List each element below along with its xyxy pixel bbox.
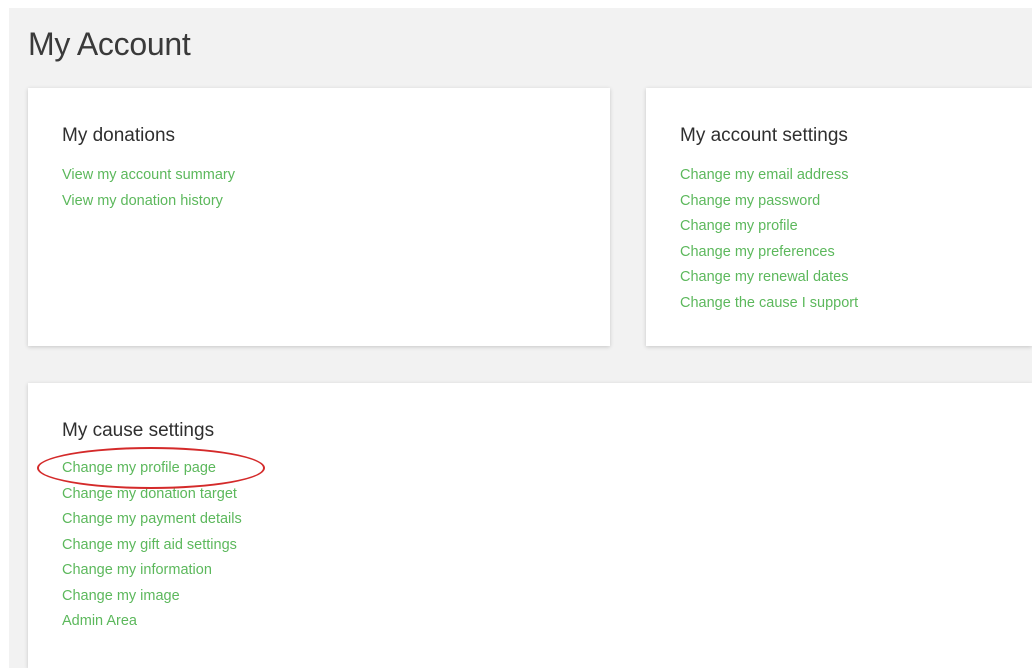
change-image-link[interactable]: Change my image [62, 588, 180, 604]
my-cause-settings-card: My cause settings Change my profile page… [28, 383, 1032, 668]
list-item: Change my payment details [62, 506, 242, 532]
list-item: Change my email address [680, 162, 858, 188]
change-email-link[interactable]: Change my email address [680, 167, 848, 183]
change-profile-page-link[interactable]: Change my profile page [62, 460, 216, 476]
my-account-settings-heading: My account settings [680, 125, 848, 146]
my-account-settings-links: Change my email address Change my passwo… [680, 162, 858, 315]
list-item: Change my information [62, 557, 242, 583]
my-cause-settings-heading: My cause settings [62, 420, 215, 441]
list-item: Change my profile page [62, 455, 242, 481]
view-donation-history-link[interactable]: View my donation history [62, 193, 223, 209]
list-item: Change my renewal dates [680, 264, 858, 290]
my-donations-heading: My donations [62, 125, 176, 146]
my-account-settings-card: My account settings Change my email addr… [646, 88, 1032, 346]
page-title: My Account [28, 26, 191, 62]
change-donation-target-link[interactable]: Change my donation target [62, 486, 237, 502]
change-information-link[interactable]: Change my information [62, 562, 212, 578]
list-item: Change my donation target [62, 481, 242, 507]
view-account-summary-link[interactable]: View my account summary [62, 167, 235, 183]
list-item: Change my password [680, 188, 858, 214]
change-profile-link[interactable]: Change my profile [680, 218, 798, 234]
change-cause-link[interactable]: Change the cause I support [680, 295, 858, 311]
change-password-link[interactable]: Change my password [680, 193, 820, 209]
change-preferences-link[interactable]: Change my preferences [680, 244, 835, 260]
list-item: Change my gift aid settings [62, 532, 242, 558]
list-item: Change my profile [680, 213, 858, 239]
list-item: View my donation history [62, 188, 235, 214]
change-gift-aid-link[interactable]: Change my gift aid settings [62, 537, 237, 553]
list-item: Change my preferences [680, 239, 858, 265]
list-item: Change my image [62, 583, 242, 609]
my-cause-settings-links: Change my profile page Change my donatio… [62, 455, 242, 634]
list-item: Admin Area [62, 608, 242, 634]
list-item: Change the cause I support [680, 290, 858, 316]
change-renewal-dates-link[interactable]: Change my renewal dates [680, 269, 848, 285]
admin-area-link[interactable]: Admin Area [62, 613, 137, 629]
change-payment-details-link[interactable]: Change my payment details [62, 511, 242, 527]
my-donations-links: View my account summary View my donation… [62, 162, 235, 213]
list-item: View my account summary [62, 162, 235, 188]
my-donations-card: My donations View my account summary Vie… [28, 88, 610, 346]
